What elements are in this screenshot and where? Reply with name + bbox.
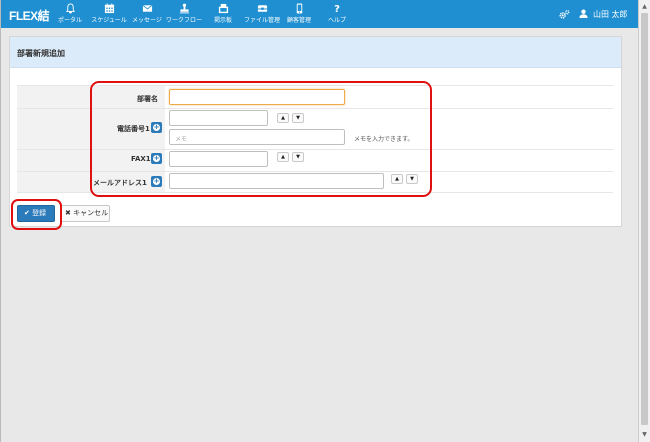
scroll-down-arrow-icon[interactable]: ▼ bbox=[640, 430, 649, 440]
top-navbar: FLEX結 ポータル スケジュール メッセージ ワークフロー 掲示板 ファイル管… bbox=[1, 0, 638, 28]
cancel-button[interactable]: ✖ キャンセル bbox=[60, 205, 110, 222]
settings-gear-icon[interactable] bbox=[559, 9, 571, 22]
page-title: 部署新規追加 bbox=[17, 49, 65, 58]
nav-item-help[interactable]: ? ヘルプ bbox=[314, 3, 360, 25]
window-left-edge bbox=[0, 0, 1, 442]
nav-item-label: ヘルプ bbox=[327, 17, 346, 24]
add-fax-button[interactable] bbox=[151, 153, 162, 164]
user-icon[interactable] bbox=[579, 9, 589, 20]
add-email-button[interactable] bbox=[151, 176, 162, 187]
cancel-label: キャンセル bbox=[73, 209, 109, 217]
app-logo[interactable]: FLEX結 bbox=[9, 7, 50, 24]
panel-header: 部署新規追加 bbox=[10, 37, 621, 68]
scroll-up-arrow-icon[interactable]: ▲ bbox=[640, 2, 649, 12]
add-phone-button[interactable] bbox=[151, 122, 162, 133]
close-icon: ✖ bbox=[65, 209, 71, 217]
form-highlight-outline bbox=[90, 81, 432, 197]
user-name[interactable]: 山田 太郎 bbox=[593, 9, 628, 20]
scrollbar-thumb[interactable] bbox=[641, 13, 648, 425]
register-highlight-outline bbox=[11, 199, 62, 230]
question-icon: ? bbox=[334, 4, 340, 15]
